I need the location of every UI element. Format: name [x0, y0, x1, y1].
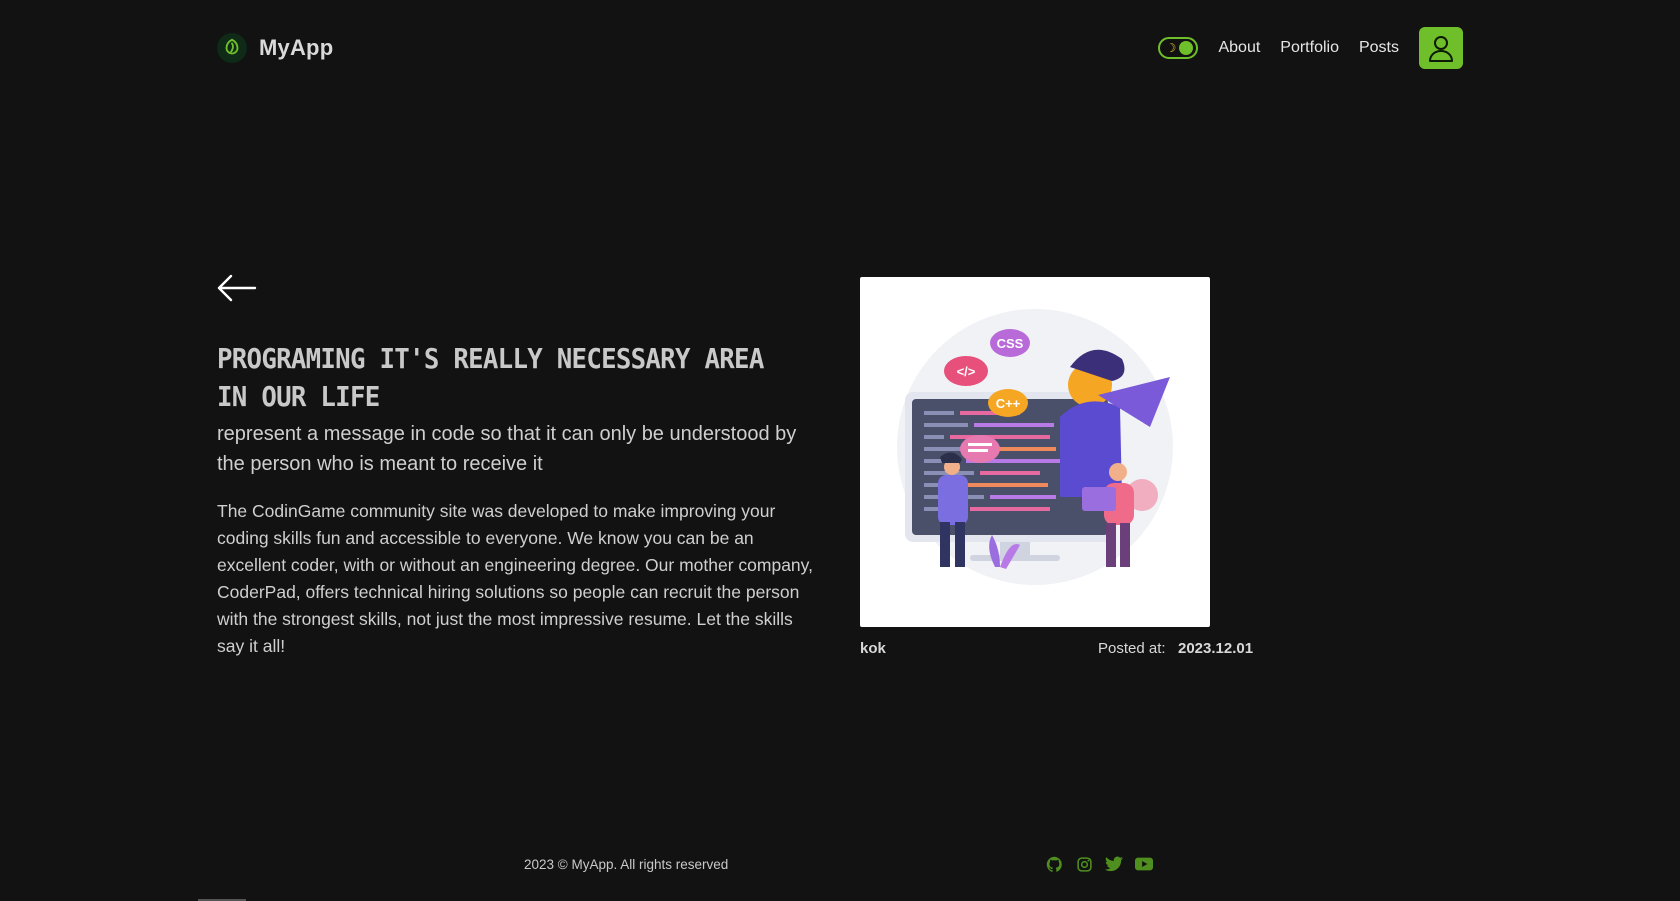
page: MyApp ☽ About Portfolio Posts Programing… [0, 0, 1680, 901]
instagram-icon[interactable] [1075, 855, 1093, 873]
brand[interactable]: MyApp [217, 33, 333, 63]
post-image: CSS </> C++ [860, 277, 1210, 627]
toggle-knob [1179, 41, 1194, 55]
nav-about-link[interactable]: About [1218, 39, 1260, 57]
footer-copyright: 2023 © MyApp. All rights reserved [524, 857, 729, 872]
html-badge: </> [957, 364, 976, 379]
css-badge: CSS [997, 336, 1024, 351]
brand-name: MyApp [259, 35, 334, 60]
top-nav: ☽ About Portfolio Posts [1158, 27, 1463, 69]
post-subtitle: represent a message in code so that it c… [217, 423, 797, 475]
user-icon [1429, 36, 1453, 62]
coding-illustration: CSS </> C++ [897, 309, 1173, 585]
user-profile-button[interactable] [1419, 27, 1463, 69]
nav-posts-link[interactable]: Posts [1359, 39, 1399, 57]
theme-toggle[interactable]: ☽ [1158, 37, 1199, 59]
posted-label: Posted at: [1098, 640, 1166, 657]
nav-portfolio-link[interactable]: Portfolio [1280, 39, 1339, 57]
leaf-logo-icon [217, 33, 247, 63]
github-icon[interactable] [1045, 855, 1063, 873]
back-arrow-icon[interactable] [215, 272, 259, 304]
post-author: kok [860, 640, 886, 657]
youtube-icon[interactable] [1135, 855, 1153, 873]
social-links [1045, 855, 1153, 873]
twitter-icon[interactable] [1105, 855, 1123, 873]
cpp-badge: C++ [996, 396, 1021, 411]
moon-icon: ☽ [1165, 41, 1177, 55]
post-title: Programing it's really necessary area in… [217, 342, 764, 413]
site-header: MyApp ☽ About Portfolio Posts [217, 26, 1463, 70]
posted-date: 2023.12.01 [1178, 640, 1254, 657]
post-body: The CodinGame community site was develop… [217, 501, 813, 656]
